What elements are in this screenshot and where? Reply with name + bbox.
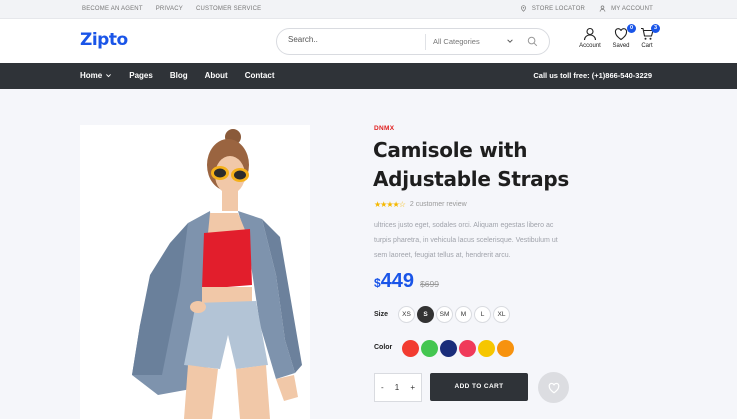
color-swatch[interactable] — [497, 340, 514, 357]
nav-item-pages[interactable]: Pages — [129, 71, 153, 80]
price-currency: $ — [374, 276, 381, 290]
nav-item-home[interactable]: Home — [80, 71, 112, 80]
site-logo[interactable]: Zipto — [80, 30, 128, 50]
heart-icon — [614, 28, 628, 41]
my-account-label: MY ACCOUNT — [611, 5, 653, 12]
top-right-links: STORE LOCATOR MY ACCOUNT — [520, 5, 653, 12]
size-label: Size — [374, 311, 389, 318]
model-photo — [132, 129, 302, 419]
product-title: Camisole with Adjustable Straps — [373, 138, 569, 191]
saved-count-badge: 0 — [627, 24, 636, 33]
account-label: Account — [579, 43, 601, 49]
color-swatch[interactable] — [478, 340, 495, 357]
quantity-stepper: - 1 + — [374, 373, 422, 402]
color-swatch[interactable] — [459, 340, 476, 357]
wishlist-button[interactable] — [538, 372, 569, 403]
search-input[interactable] — [288, 35, 418, 44]
search-divider — [425, 34, 426, 50]
qty-value[interactable]: 1 — [395, 383, 399, 392]
review-count-link[interactable]: 2 customer review — [410, 201, 467, 208]
nav-item-blog[interactable]: Blog — [170, 71, 188, 80]
price-old: $699 — [420, 279, 439, 289]
color-options — [402, 340, 514, 357]
become-agent-link[interactable]: BECOME AN AGENT — [82, 6, 143, 12]
product-description: ultrices justo eget, sodales orci. Aliqu… — [374, 222, 558, 259]
price-current: 449 — [380, 270, 415, 292]
size-option-s[interactable]: S — [417, 306, 434, 323]
color-swatch[interactable] — [440, 340, 457, 357]
qty-decrease-button[interactable]: - — [381, 383, 384, 392]
qty-increase-button[interactable]: + — [410, 383, 415, 392]
chevron-down-icon — [106, 74, 112, 78]
add-to-cart-button[interactable]: ADD TO CART — [430, 373, 528, 401]
nav-item-about[interactable]: About — [205, 71, 228, 80]
top-utility-bar: BECOME AN AGENT PRIVACY CUSTOMER SERVICE… — [0, 0, 737, 19]
nav-menu: Home Pages Blog About Contact — [80, 71, 274, 80]
cart-button[interactable]: Cart 3 — [639, 24, 660, 49]
size-option-xl[interactable]: XL — [493, 306, 510, 323]
top-links: BECOME AN AGENT PRIVACY CUSTOMER SERVICE — [82, 6, 261, 12]
location-pin-icon — [520, 5, 526, 12]
nav-item-contact[interactable]: Contact — [245, 71, 275, 80]
privacy-link[interactable]: PRIVACY — [156, 6, 183, 12]
store-locator-link[interactable]: STORE LOCATOR — [520, 5, 585, 12]
account-button[interactable]: Account — [578, 27, 602, 49]
size-option-m[interactable]: M — [455, 306, 472, 323]
customer-service-link[interactable]: CUSTOMER SERVICE — [196, 6, 261, 12]
nav-item-label: Home — [80, 71, 103, 80]
user-icon — [599, 5, 606, 12]
product-rating: ★★★★☆ 2 customer review — [374, 200, 467, 209]
color-swatch[interactable] — [421, 340, 438, 357]
saved-label: Saved — [612, 43, 630, 49]
search-icon[interactable] — [527, 36, 538, 47]
size-option-sm[interactable]: SM — [436, 306, 453, 323]
chevron-down-icon[interactable] — [506, 37, 514, 45]
main-header: Zipto All Categories Account Saved 0 Car… — [0, 19, 737, 63]
product-brand[interactable]: DNMX — [374, 125, 394, 132]
size-option-l[interactable]: L — [474, 306, 491, 323]
size-option-xs[interactable]: XS — [398, 306, 415, 323]
toll-free-phone: Call us toll free: (+1)866-540-3229 — [533, 71, 652, 80]
search-bar: All Categories — [276, 28, 550, 55]
store-locator-label: STORE LOCATOR — [531, 5, 586, 12]
cart-label: Cart — [641, 43, 653, 49]
category-select[interactable]: All Categories — [433, 37, 480, 46]
star-rating-icon: ★★★★☆ — [374, 200, 406, 209]
account-icon — [583, 27, 597, 41]
color-label: Color — [374, 344, 393, 351]
size-options: XS S SM M L XL — [398, 306, 510, 323]
color-swatch[interactable] — [402, 340, 419, 357]
product-price: $ 449 $699 — [374, 270, 439, 293]
saved-button[interactable]: Saved 0 — [611, 24, 636, 49]
cart-count-badge: 3 — [651, 24, 660, 33]
my-account-link[interactable]: MY ACCOUNT — [599, 5, 653, 12]
main-nav: Home Pages Blog About Contact Call us to… — [0, 63, 737, 89]
heart-icon — [548, 382, 559, 393]
product-image[interactable] — [80, 125, 310, 419]
